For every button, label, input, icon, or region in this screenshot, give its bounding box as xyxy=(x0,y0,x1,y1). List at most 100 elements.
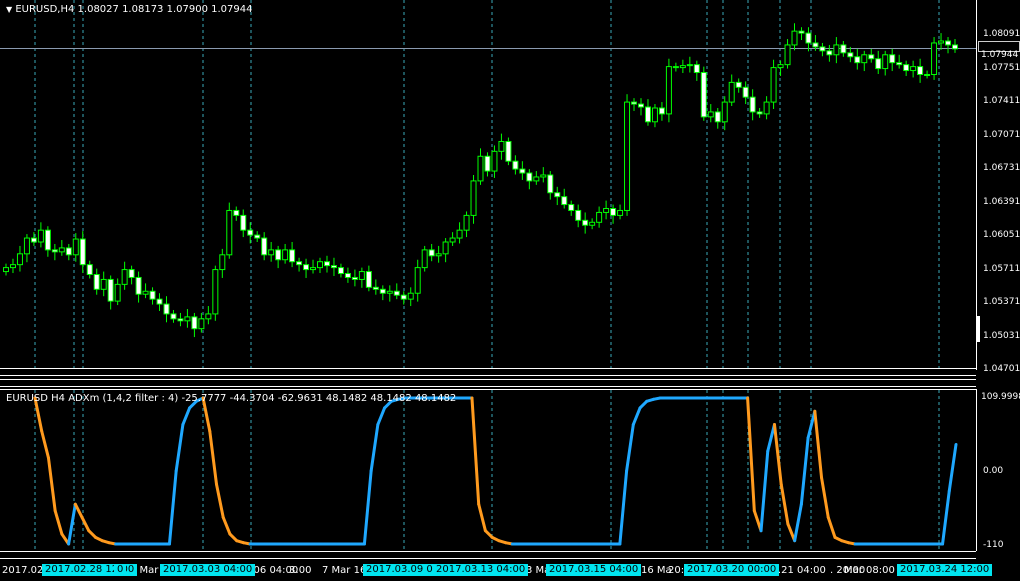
adx-line-up-segment xyxy=(759,449,770,533)
candle-bull xyxy=(407,292,414,300)
candle-bull xyxy=(421,249,428,269)
indicator-axis-max: 109.9998 xyxy=(981,392,1020,402)
candle-bull xyxy=(72,238,79,256)
candle-bear xyxy=(945,40,952,46)
adx-line-up-segment xyxy=(369,423,380,473)
candle-bear xyxy=(610,207,617,216)
candle-bear xyxy=(330,265,337,269)
candle-bear xyxy=(519,168,526,174)
candle-bear xyxy=(372,286,379,290)
adx-line-down-segment xyxy=(779,482,790,526)
candle-bull xyxy=(358,271,365,280)
candle-bull xyxy=(16,253,23,266)
candle-bear xyxy=(323,261,330,267)
adx-line-down-segment xyxy=(221,515,232,536)
candle-bear xyxy=(65,247,72,256)
price-axis-label: 1.08091 xyxy=(983,29,1020,39)
candle-bear xyxy=(233,209,240,216)
candle-bull xyxy=(624,101,631,211)
adx-line-up-segment xyxy=(793,502,803,543)
candle-bear xyxy=(177,318,184,322)
candle-bear xyxy=(742,86,749,98)
adx-line-up-segment xyxy=(174,423,185,473)
candle-bear xyxy=(512,160,519,170)
candle-bull xyxy=(882,54,889,70)
candle-bull xyxy=(310,267,317,271)
candle-bear xyxy=(79,238,86,266)
candle-bear xyxy=(714,111,721,123)
candle-bull xyxy=(414,267,421,294)
candle-bear xyxy=(170,313,177,320)
chart-menu-icon[interactable]: ▼ xyxy=(6,5,12,14)
candle-bear xyxy=(644,106,651,123)
candle-bear xyxy=(798,30,805,34)
cursor-time-tag: 2017.03.13 04:00 xyxy=(433,564,529,576)
adx-line-down-segment xyxy=(73,502,84,519)
candle-bull xyxy=(435,253,442,257)
candle-bull xyxy=(540,174,547,178)
candle-bear xyxy=(749,96,756,113)
adx-indicator-chart[interactable] xyxy=(0,390,976,552)
candle-bear xyxy=(868,54,875,60)
adx-line-up-segment xyxy=(167,469,178,546)
price-axis-label: 1.06391 xyxy=(983,196,1020,207)
candle-bull xyxy=(198,318,205,330)
panel-separator[interactable] xyxy=(0,368,976,376)
time-label: Mar 08:00 xyxy=(844,565,895,576)
adx-line-down-segment xyxy=(215,482,225,519)
candle-bear xyxy=(261,237,268,256)
cursor-time-tag: 2017.03.24 12:00 xyxy=(897,564,993,576)
main-chart-panel[interactable]: ▼ EURUSD,H4 1.08027 1.08173 1.07900 1.07… xyxy=(0,0,976,368)
candle-bear xyxy=(93,274,100,290)
scroll-marker[interactable] xyxy=(977,316,980,342)
time-label: 3:00 xyxy=(289,565,312,576)
price-axis-label: 1.06051 xyxy=(983,230,1020,240)
candle-bear xyxy=(44,229,51,251)
candle-bull xyxy=(456,229,463,239)
adx-line-down-segment xyxy=(826,515,837,539)
candle-bear xyxy=(149,290,156,300)
adx-line-up-segment xyxy=(625,423,635,473)
adx-line-up-segment xyxy=(362,469,373,546)
candle-bull xyxy=(449,237,456,243)
candle-bear xyxy=(854,56,861,64)
candle-bull xyxy=(770,67,777,103)
candle-bull xyxy=(686,64,693,67)
current-price-tag: 1.07944 xyxy=(978,41,1020,60)
candle-bull xyxy=(100,278,107,290)
candle-bull xyxy=(910,66,917,72)
candle-bear xyxy=(547,174,554,194)
price-axis-label: 1.07071 xyxy=(983,129,1020,140)
indicator-panel[interactable]: EURUSD H4 ADXm (1,4,2 filter : 4) -25.77… xyxy=(0,389,976,552)
panel-separator[interactable] xyxy=(0,551,976,559)
cursor-time-tag: 2017.03.03 04:00 xyxy=(160,564,256,576)
candle-bull xyxy=(268,249,275,256)
candle-bear xyxy=(247,229,254,236)
panel-separator[interactable] xyxy=(0,379,976,387)
adx-line-up-segment xyxy=(376,406,387,427)
time-label: 20: xyxy=(668,565,685,576)
candle-bear xyxy=(379,288,386,294)
candlestick-chart[interactable] xyxy=(0,0,976,368)
adx-line-down-segment xyxy=(40,429,50,460)
candle-bear xyxy=(240,214,247,231)
adx-line-up-segment xyxy=(631,406,642,427)
candle-bull xyxy=(386,290,393,294)
cursor-time-tag: 0 xyxy=(114,564,127,576)
cursor-time-tag: 2017.03.15 04:00 xyxy=(546,564,642,576)
candle-bear xyxy=(526,172,533,182)
candle-bull xyxy=(184,316,191,322)
candle-bull xyxy=(707,111,714,118)
adx-line-down-segment xyxy=(46,456,57,513)
adx-line-up-segment xyxy=(799,436,810,506)
candle-bear xyxy=(254,234,261,239)
price-axis-label: 1.04701 xyxy=(983,364,1020,374)
candle-bear xyxy=(107,278,114,302)
indicator-title: EURUSD H4 ADXm (1,4,2 filter : 4) -25.77… xyxy=(6,393,457,404)
adx-line-down-segment xyxy=(820,476,830,519)
candle-bear xyxy=(889,54,896,64)
candle-bull xyxy=(9,264,16,269)
price-axis-label: 1.07411 xyxy=(983,96,1020,106)
candle-bear xyxy=(847,52,854,58)
candle-bull xyxy=(226,209,233,256)
